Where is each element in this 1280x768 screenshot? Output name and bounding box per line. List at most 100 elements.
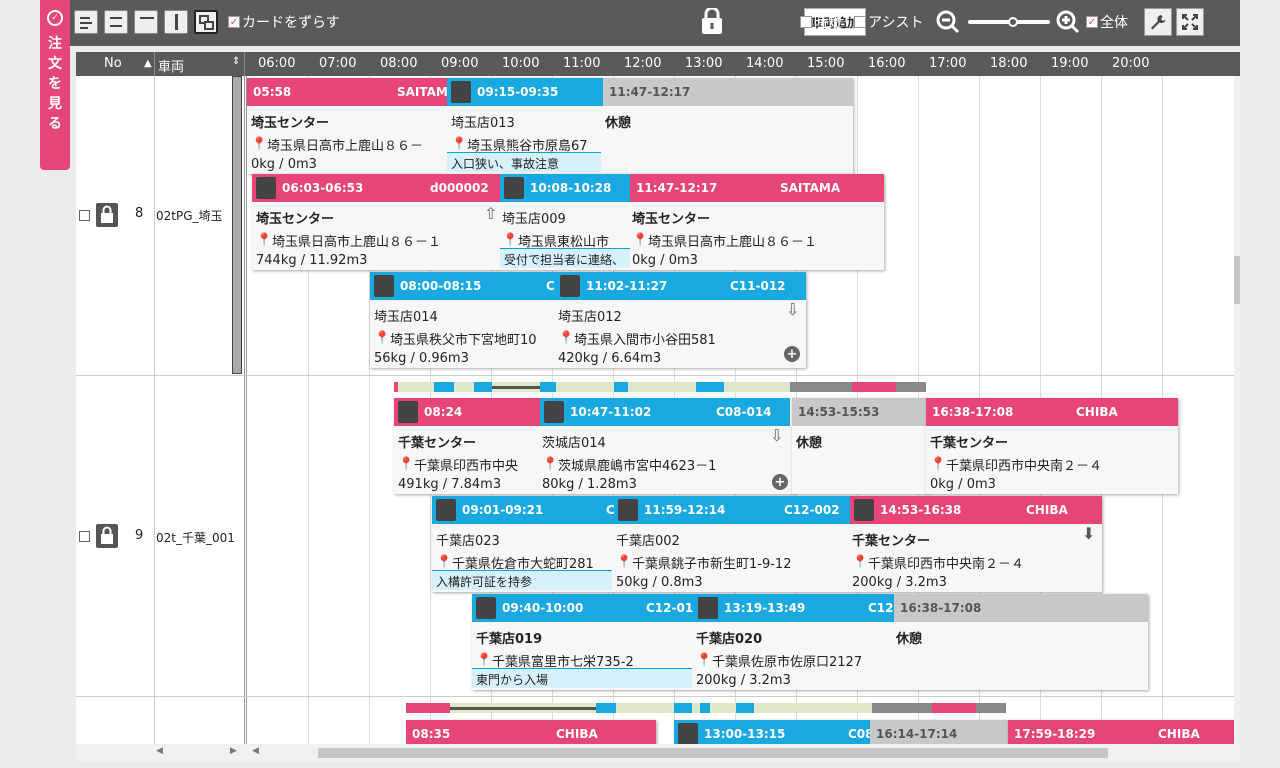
- row-8-controls: [79, 203, 118, 227]
- vehicle-name: 02t_千葉_001: [156, 531, 235, 545]
- break-card[interactable]: 14:53-15:53 休憩: [792, 398, 928, 494]
- route-card[interactable]: 05:58 SAITAMA 09:15-09:35 11:47-12:17 埼玉…: [247, 78, 853, 174]
- lock-icon[interactable]: [854, 499, 874, 521]
- lock-icon[interactable]: [256, 177, 276, 199]
- wrench-settings-icon[interactable]: [1144, 8, 1172, 36]
- checkbox-checked-icon: ✓: [228, 16, 240, 28]
- card-note: 入口狭い、事故注意: [447, 152, 601, 172]
- location-pin-icon: 📍: [542, 456, 559, 472]
- lock-icon[interactable]: [398, 401, 418, 423]
- zoom-slider[interactable]: [968, 17, 1050, 27]
- route-card[interactable]: 08:00-08:15 C 11:02-11:27 C11-012 埼玉店014…: [370, 272, 806, 368]
- layout-list-icon[interactable]: [74, 10, 98, 34]
- add-circle-icon[interactable]: +: [784, 346, 800, 362]
- lock-icon[interactable]: [451, 81, 471, 103]
- view-orders-tab[interactable]: ✓ 注 文 を 見 る: [40, 0, 70, 170]
- scroll-right-icon[interactable]: ▶: [230, 746, 237, 756]
- layout-split-icon[interactable]: [164, 10, 188, 34]
- location-pin-icon: 📍: [476, 652, 493, 668]
- zoom-slider-thumb[interactable]: [1008, 17, 1018, 27]
- location-pin-icon: 📍: [696, 652, 713, 668]
- card-note: 入構許可証を持参: [432, 570, 612, 590]
- time-column-header: 06:00: [258, 56, 296, 71]
- row-select-checkbox[interactable]: [79, 209, 90, 221]
- layout-overlap-icon[interactable]: [194, 10, 218, 34]
- layout-card-icon[interactable]: [134, 10, 158, 34]
- route-card[interactable]: 09:01-09:21 C 11:59-12:14 C12-002 14:53-…: [432, 496, 1102, 592]
- time-column-header: 20:00: [1112, 56, 1150, 71]
- timeline-grid: 8 02tPG_埼玉 9 02t_千葉_001 05:58 SAITAMA 09…: [76, 76, 1240, 744]
- lock-icon[interactable]: [618, 499, 638, 521]
- arrow-up-icon: ⇧: [484, 204, 498, 223]
- arrow-down-filled-icon: ⬇: [1082, 524, 1096, 543]
- zoom-out-icon[interactable]: [936, 10, 960, 34]
- location-pin-icon: 📍: [374, 330, 391, 346]
- scroll-left-icon[interactable]: ◀: [156, 746, 163, 756]
- time-column-header: 07:00: [319, 56, 357, 71]
- location-pin-icon: 📍: [451, 136, 468, 152]
- location-pin-icon: 📍: [930, 456, 947, 472]
- lock-icon[interactable]: [560, 275, 580, 297]
- arrow-down-icon: ⇩: [770, 426, 784, 445]
- layout-compact-icon[interactable]: [104, 10, 128, 34]
- row-select-checkbox[interactable]: [79, 530, 90, 542]
- lock-icon[interactable]: [96, 203, 118, 227]
- all-checkbox[interactable]: ✓ 全体: [1086, 12, 1128, 32]
- jitan-checkbox[interactable]: 時短: [800, 12, 842, 32]
- time-column-header: 16:00: [868, 56, 906, 71]
- route-card[interactable]: 16:38-17:08 CHIBA 千葉センター 📍 千葉県印西市中央南２－４ 0…: [926, 398, 1178, 494]
- scrollbar-thumb[interactable]: [318, 748, 1108, 758]
- assist-checkbox[interactable]: アシスト: [854, 12, 923, 32]
- time-column-header: 17:00: [929, 56, 967, 71]
- row-number: 9: [135, 528, 144, 543]
- route-card[interactable]: 09:40-10:00 C12-01 13:19-13:49 C12- 16:3…: [472, 594, 1148, 690]
- location-pin-icon: 📍: [616, 554, 633, 570]
- card-note: 受付で担当者に連絡、: [500, 248, 630, 268]
- time-column-header: 15:00: [807, 56, 845, 71]
- zoom-in-icon[interactable]: [1056, 10, 1080, 34]
- shift-cards-checkbox[interactable]: ✓ カードをずらす: [228, 12, 340, 32]
- break-card[interactable]: 16:14-17:14: [870, 720, 1008, 744]
- route-card[interactable]: 06:03-06:53 d000002 10:08-10:28 11:47-12…: [252, 174, 884, 270]
- lock-icon[interactable]: [678, 723, 698, 744]
- lock-icon[interactable]: [96, 524, 118, 548]
- lock-icon[interactable]: [700, 8, 724, 36]
- location-pin-icon: 📍: [558, 330, 575, 346]
- scroll-left-icon[interactable]: ◀: [252, 746, 259, 756]
- time-column-header: 18:00: [990, 56, 1028, 71]
- location-pin-icon: 📍: [852, 554, 869, 570]
- location-pin-icon: 📍: [632, 232, 649, 248]
- location-pin-icon: 📍: [398, 456, 415, 472]
- time-column-header: 13:00: [685, 56, 723, 71]
- route-card[interactable]: 13:00-13:15 C08: [674, 720, 870, 744]
- lock-icon[interactable]: [698, 597, 718, 619]
- arrow-down-icon: ⇩: [786, 300, 800, 319]
- location-pin-icon: 📍: [251, 136, 268, 152]
- row-number: 8: [135, 206, 144, 221]
- time-column-header: 10:00: [502, 56, 540, 71]
- time-column-header: 11:00: [563, 56, 601, 71]
- sort-toggle-icon[interactable]: ⇕: [232, 56, 240, 67]
- header-no[interactable]: No: [104, 56, 122, 71]
- timeline-header: No ▲ 車両 ⇕ 06:00 07:00 08:00 09:00 10:00 11:00…: [76, 52, 1240, 76]
- time-column-header: 19:00: [1051, 56, 1089, 71]
- lock-icon[interactable]: [544, 401, 564, 423]
- time-column-header: 09:00: [441, 56, 479, 71]
- toolbar: ✓ カードをずらす 車両追加 時短 アシスト ✓ 全体: [70, 0, 1240, 46]
- row-resize-handle[interactable]: [232, 76, 242, 374]
- header-vehicle[interactable]: 車両: [158, 56, 184, 75]
- horizontal-scrollbar[interactable]: ◀ ▶ ◀: [76, 744, 1240, 762]
- lock-icon[interactable]: [436, 499, 456, 521]
- lock-icon[interactable]: [476, 597, 496, 619]
- add-circle-icon[interactable]: +: [772, 474, 788, 490]
- checkbox-checked-icon: ✓: [1086, 16, 1098, 28]
- route-card[interactable]: 08:24 10:47-11:02 C08-014 千葉センター 📍 千葉県印西市…: [394, 398, 794, 494]
- route-card[interactable]: 17:59-18:29 CHIBA: [1008, 720, 1234, 744]
- sort-up-icon[interactable]: ▲: [144, 58, 152, 69]
- lock-icon[interactable]: [504, 177, 524, 199]
- expand-icon[interactable]: [1176, 8, 1204, 36]
- route-card[interactable]: 08:35 CHIBA: [406, 720, 656, 744]
- location-pin-icon: 📍: [256, 232, 273, 248]
- vehicle-name: 02tPG_埼玉: [156, 209, 223, 223]
- lock-icon[interactable]: [374, 275, 394, 297]
